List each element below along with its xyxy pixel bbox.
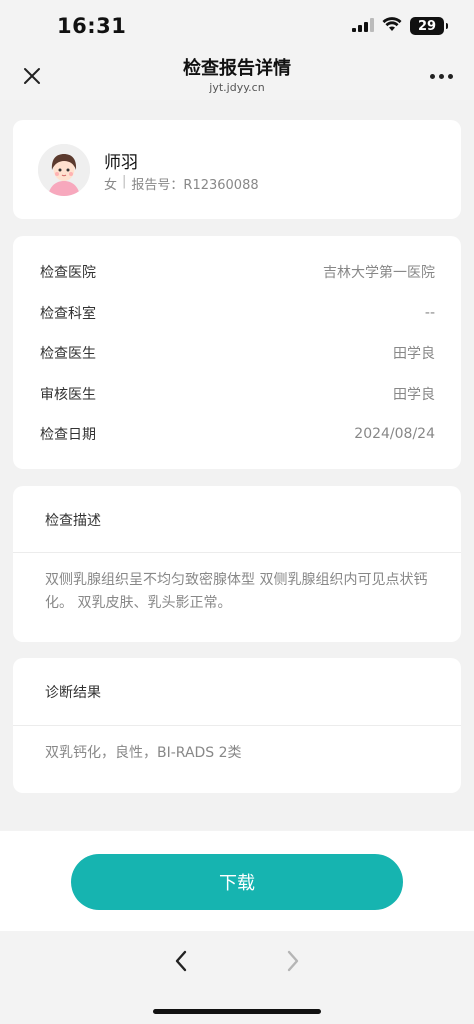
more-dot (429, 73, 435, 79)
content-area: 师羽 女 | 报告号：R12360088 检查医院 吉林大学第一医院 检查科室 … (0, 100, 474, 830)
info-label: 审核医生 (40, 387, 96, 403)
exam-info-card: 检查医院 吉林大学第一医院 检查科室 -- 检查医生 田学良 审核医生 田学良 … (13, 236, 461, 469)
description-title: 检查描述 (45, 513, 101, 529)
browser-nav (0, 931, 474, 1024)
download-button[interactable]: 下载 (71, 854, 403, 910)
info-value: 吉林大学第一医院 (323, 265, 435, 281)
nav-title-group: 检查报告详情 jyt.jdyy.cn (0, 58, 474, 95)
info-label: 检查日期 (40, 427, 96, 443)
description-card: 检查描述 双侧乳腺组织呈不均匀致密腺体型 双侧乳腺组织内可见点状钙化。 双乳皮肤… (13, 486, 461, 642)
info-row-hospital: 检查医院 吉林大学第一医院 (40, 260, 435, 284)
battery-icon: 29 (410, 17, 448, 35)
status-icons: 29 (352, 16, 448, 36)
description-text: 双侧乳腺组织呈不均匀致密腺体型 双侧乳腺组织内可见点状钙化。 双乳皮肤、乳头影正… (45, 572, 428, 611)
status-bar: 16:31 29 (0, 0, 474, 52)
diagnosis-text: 双乳钙化，良性，BI-RADS 2类 (45, 745, 242, 761)
avatar (38, 144, 90, 196)
diagnosis-title: 诊断结果 (45, 685, 101, 701)
status-time: 16:31 (57, 14, 127, 38)
patient-gender: 女 (104, 178, 118, 193)
more-dot (447, 73, 453, 79)
more-dot (438, 73, 444, 79)
patient-name: 师羽 (104, 153, 138, 173)
back-arrow-icon[interactable] (167, 947, 195, 975)
nav-bar: 检查报告详情 jyt.jdyy.cn (0, 52, 474, 100)
info-value: -- (424, 305, 435, 321)
forward-arrow-icon[interactable] (279, 947, 307, 975)
diagnosis-card: 诊断结果 双乳钙化，良性，BI-RADS 2类 (13, 658, 461, 793)
info-row-date: 检查日期 2024/08/24 (40, 422, 435, 446)
info-label: 检查医生 (40, 346, 96, 362)
page-title: 检查报告详情 (183, 58, 291, 79)
divider (13, 725, 461, 726)
home-indicator (153, 1009, 321, 1014)
report-number: 报告号：R12360088 (131, 178, 259, 193)
info-value: 田学良 (393, 346, 435, 362)
info-label: 检查科室 (40, 306, 96, 322)
info-value: 田学良 (393, 387, 435, 403)
info-row-doctor: 检查医生 田学良 (40, 341, 435, 365)
info-value: 2024/08/24 (354, 426, 435, 442)
bottom-action-bar: 下载 (0, 831, 474, 931)
more-icon[interactable] (426, 62, 456, 90)
info-label: 检查医院 (40, 265, 96, 281)
patient-card: 师羽 女 | 报告号：R12360088 (13, 120, 461, 219)
meta-divider: | (122, 174, 127, 189)
signal-icon (352, 17, 374, 36)
page-domain: jyt.jdyy.cn (209, 81, 265, 94)
patient-meta: 女 | 报告号：R12360088 (104, 174, 259, 193)
divider (13, 552, 461, 553)
wifi-icon (382, 16, 402, 36)
info-row-reviewer: 审核医生 田学良 (40, 382, 435, 406)
info-row-department: 检查科室 -- (40, 301, 435, 325)
